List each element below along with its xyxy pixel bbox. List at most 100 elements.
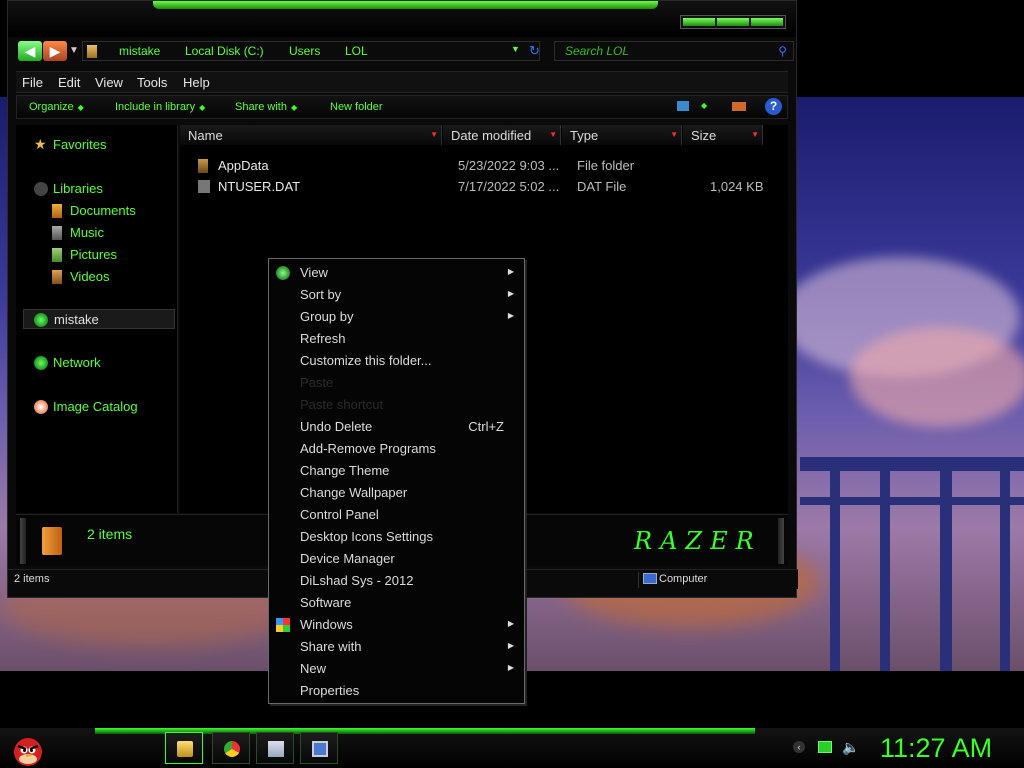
file-name: AppData: [218, 158, 269, 173]
organize-button[interactable]: Organize ◆: [29, 101, 84, 113]
nav-pictures[interactable]: Pictures: [16, 245, 176, 265]
menu-item-change-theme[interactable]: Change Theme: [269, 460, 524, 482]
folder-large-icon: [42, 527, 62, 555]
nav-image-catalog[interactable]: Image Catalog: [16, 397, 176, 417]
maximize-button[interactable]: [717, 18, 749, 26]
submenu-arrow-icon: ▶: [507, 267, 514, 276]
documents-icon: [52, 204, 62, 218]
column-dropdown-icon[interactable]: ▼: [751, 130, 759, 139]
command-toolbar: Organize ◆ Include in library ◆ Share with…: [16, 95, 788, 119]
taskbar-explorer-button[interactable]: [165, 732, 203, 764]
title-bar[interactable]: [8, 1, 796, 37]
column-dropdown-icon[interactable]: ▼: [670, 130, 678, 139]
address-bar[interactable]: mistake Local Disk (C:) Users LOL ▼ ↻: [82, 41, 540, 61]
taskbar: ‹ 🔈 11:27 AM: [0, 728, 1024, 768]
menu-item-view[interactable]: View ▶: [269, 262, 524, 284]
taskbar-chrome-button[interactable]: [212, 732, 250, 764]
breadcrumb-users[interactable]: Users: [289, 44, 320, 58]
recent-pages-dropdown[interactable]: ▼: [69, 45, 79, 56]
menu-edit[interactable]: Edit: [58, 75, 80, 90]
view-options-icon[interactable]: [677, 101, 689, 111]
nav-favorites[interactable]: ★ Favorites: [16, 135, 176, 155]
search-input[interactable]: Search LOL ⚲: [554, 41, 794, 61]
menu-item-properties[interactable]: Properties: [269, 680, 524, 702]
libraries-icon: [34, 182, 48, 196]
forward-button[interactable]: ▶: [43, 41, 67, 61]
submenu-arrow-icon: ▶: [507, 289, 514, 298]
menu-item-label: Add-Remove Programs: [300, 441, 436, 456]
start-button-angry-bird-icon[interactable]: [8, 728, 48, 768]
file-date: 5/23/2022 9:03 ...: [458, 158, 560, 173]
menu-tools[interactable]: Tools: [137, 75, 167, 90]
menu-item-label: Undo Delete: [300, 419, 373, 434]
nav-libraries[interactable]: Libraries: [16, 179, 176, 199]
menu-item-label: Paste: [300, 375, 334, 390]
menu-item-windows[interactable]: Windows ▶: [269, 614, 524, 636]
breadcrumb-local-disk[interactable]: Local Disk (C:): [185, 44, 264, 58]
nav-videos-label: Videos: [70, 269, 110, 284]
menu-item-paste-shortcut: Paste shortcut: [269, 394, 524, 416]
refresh-icon[interactable]: ↻: [529, 43, 540, 59]
menu-item-control-panel[interactable]: Control Panel: [269, 504, 524, 526]
status-item-count: 2 items: [14, 573, 50, 585]
menu-item-share-with[interactable]: Share with ▶: [269, 636, 524, 658]
network-tray-icon[interactable]: [818, 741, 832, 753]
menu-item-device-manager[interactable]: Device Manager: [269, 548, 524, 570]
menu-item-refresh[interactable]: Refresh: [269, 328, 524, 350]
file-icon: [198, 180, 210, 193]
include-in-library-button[interactable]: Include in library ◆: [115, 101, 205, 113]
file-size: 1,024 KB: [710, 179, 764, 194]
column-name[interactable]: Name ▼: [180, 125, 442, 145]
nav-pictures-label: Pictures: [70, 247, 117, 262]
menu-item-desktop-icons-settings[interactable]: Desktop Icons Settings: [269, 526, 524, 548]
nav-computer-mistake[interactable]: mistake: [23, 309, 175, 329]
taskbar-notepad-button[interactable]: [256, 732, 294, 764]
back-button[interactable]: ◀: [18, 41, 42, 61]
table-row[interactable]: NTUSER.DAT 7/17/2022 5:02 ... DAT File 1…: [180, 177, 788, 197]
menu-file[interactable]: File: [22, 75, 43, 90]
menu-item-new[interactable]: New ▶: [269, 658, 524, 680]
taskbar-window-button[interactable]: [300, 732, 338, 764]
organize-label: Organize: [29, 101, 74, 113]
clock[interactable]: 11:27 AM: [880, 733, 992, 764]
share-with-button[interactable]: Share with ◆: [235, 101, 297, 113]
menu-item-software[interactable]: Software: [269, 592, 524, 614]
search-icon[interactable]: ⚲: [778, 44, 787, 58]
menu-view[interactable]: View: [95, 75, 123, 90]
breadcrumb-mistake[interactable]: mistake: [119, 44, 160, 58]
nav-network-label: Network: [53, 355, 101, 370]
menu-item-dilshad-sys[interactable]: DiLshad Sys - 2012: [269, 570, 524, 592]
column-size[interactable]: Size ▼: [683, 125, 763, 145]
breadcrumb-lol[interactable]: LOL: [345, 44, 368, 58]
menu-item-customize-folder[interactable]: Customize this folder...: [269, 350, 524, 372]
menu-item-add-remove-programs[interactable]: Add-Remove Programs: [269, 438, 524, 460]
computer-orb-icon: [34, 313, 48, 327]
volume-icon[interactable]: 🔈: [842, 739, 859, 756]
table-row[interactable]: AppData 5/23/2022 9:03 ... File folder: [180, 156, 788, 176]
show-hidden-icons-icon[interactable]: ‹: [793, 741, 805, 753]
column-dropdown-icon[interactable]: ▼: [430, 130, 438, 139]
minimize-button[interactable]: [683, 18, 715, 26]
new-folder-button[interactable]: New folder: [330, 101, 383, 113]
close-button[interactable]: [751, 18, 783, 26]
nav-documents[interactable]: Documents: [16, 201, 176, 221]
preview-pane-icon[interactable]: [732, 102, 746, 111]
view-dropdown-icon[interactable]: ◆: [701, 101, 707, 110]
menu-help[interactable]: Help: [183, 75, 210, 90]
menu-item-change-wallpaper[interactable]: Change Wallpaper: [269, 482, 524, 504]
nav-videos[interactable]: Videos: [16, 267, 176, 287]
menu-item-group-by[interactable]: Group by ▶: [269, 306, 524, 328]
address-dropdown-icon[interactable]: ▼: [511, 44, 520, 54]
column-type[interactable]: Type ▼: [562, 125, 682, 145]
menu-item-label: Paste shortcut: [300, 397, 384, 412]
column-dropdown-icon[interactable]: ▼: [549, 130, 557, 139]
column-date-modified[interactable]: Date modified ▼: [443, 125, 561, 145]
menu-item-label: Desktop Icons Settings: [300, 529, 433, 544]
menu-item-undo-delete[interactable]: Undo Delete Ctrl+Z: [269, 416, 524, 438]
menu-item-sort-by[interactable]: Sort by ▶: [269, 284, 524, 306]
help-icon[interactable]: ?: [765, 98, 782, 115]
menu-item-label: Group by: [300, 309, 354, 324]
nav-network[interactable]: Network: [16, 353, 176, 373]
menu-item-label: Software: [300, 595, 352, 610]
nav-music[interactable]: Music: [16, 223, 176, 243]
